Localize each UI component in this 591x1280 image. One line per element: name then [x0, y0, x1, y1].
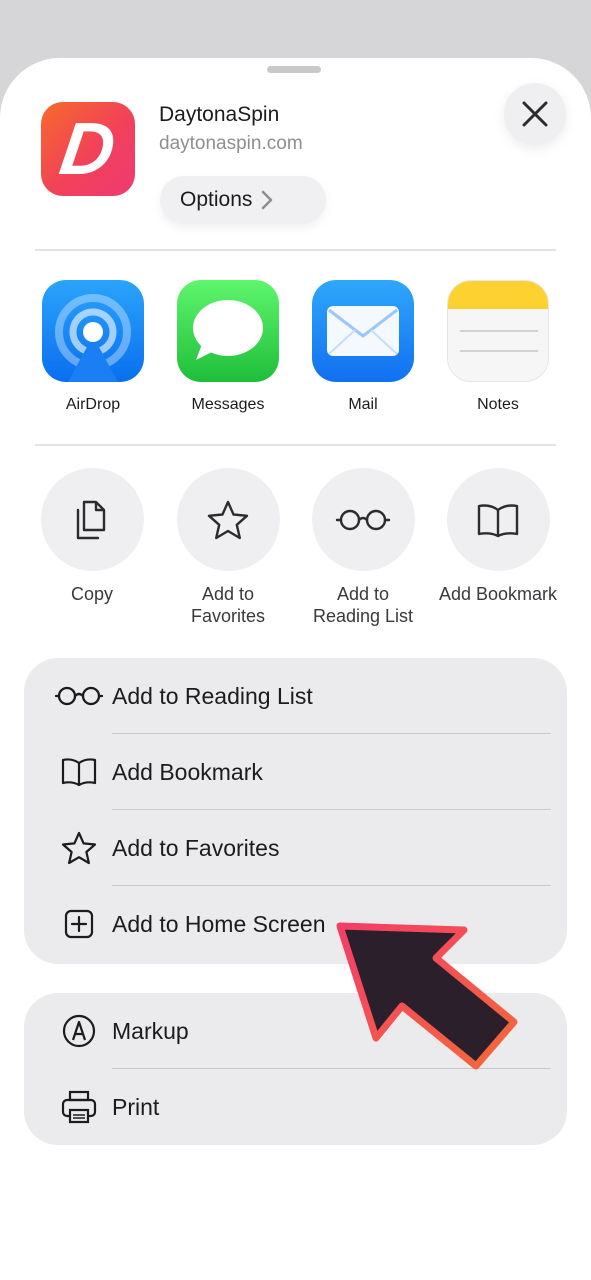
app-airdrop[interactable]: AirDrop	[41, 280, 145, 414]
menu-item-label: Print	[112, 1093, 160, 1120]
options-label: Options	[180, 188, 253, 211]
menu-item-label: Add to Reading List	[112, 682, 313, 709]
menu-item-add-to-reading-list[interactable]: Add to Reading List	[24, 658, 567, 734]
action-label: Add to Reading List	[312, 584, 414, 626]
app-messages[interactable]: Messages	[176, 280, 280, 414]
star-icon	[54, 828, 104, 868]
app-mail[interactable]: Mail	[311, 280, 415, 414]
mail-icon	[312, 280, 414, 382]
book-icon	[54, 752, 104, 792]
menu-item-label: Add to Favorites	[112, 834, 280, 861]
action-label: Add Bookmark	[438, 584, 558, 604]
sheet-grabber[interactable]	[267, 66, 321, 73]
book-icon	[446, 468, 550, 571]
close-icon	[522, 101, 548, 127]
glasses-icon	[54, 676, 104, 716]
copy-icon	[40, 468, 144, 571]
app-notes[interactable]: Notes	[446, 280, 550, 414]
menu-item-add-bookmark[interactable]: Add Bookmark	[24, 734, 567, 810]
chevron-right-icon	[262, 190, 273, 210]
action-add-bookmark[interactable]: Add Bookmark	[438, 468, 558, 605]
options-button[interactable]: Options	[160, 176, 326, 224]
app-label: Notes	[477, 396, 519, 413]
pointer-arrow	[336, 922, 518, 1070]
messages-icon	[177, 280, 279, 382]
menu-item-label: Add to Home Screen	[112, 910, 326, 937]
site-name: DaytonaSpin	[159, 103, 280, 126]
action-label: Add to Favorites	[190, 584, 266, 626]
site-url: daytonaspin.com	[159, 133, 303, 154]
site-app-icon: D	[41, 102, 135, 196]
app-label: Mail	[348, 396, 378, 413]
divider	[35, 249, 556, 251]
action-copy[interactable]: Copy	[32, 468, 152, 605]
star-icon	[176, 468, 280, 571]
airdrop-icon	[42, 280, 144, 382]
plus-square-icon	[54, 904, 104, 944]
action-add-to-favorites[interactable]: Add to Favorites	[168, 468, 288, 627]
printer-icon	[54, 1087, 104, 1127]
close-button[interactable]	[504, 83, 566, 145]
divider	[35, 444, 556, 446]
notes-icon	[447, 280, 549, 382]
action-add-to-reading-list[interactable]: Add to Reading List	[303, 468, 423, 627]
action-label: Copy	[70, 584, 114, 604]
app-label: AirDrop	[65, 396, 121, 413]
app-label: Messages	[191, 396, 265, 413]
share-sheet: D DaytonaSpin daytonaspin.com Options Ai…	[0, 58, 591, 1280]
glasses-icon	[311, 468, 415, 571]
menu-item-label: Add Bookmark	[112, 758, 263, 785]
menu-item-add-to-favorites[interactable]: Add to Favorites	[24, 810, 567, 886]
markup-icon	[54, 1011, 104, 1051]
menu-item-label: Markup	[112, 1017, 189, 1044]
